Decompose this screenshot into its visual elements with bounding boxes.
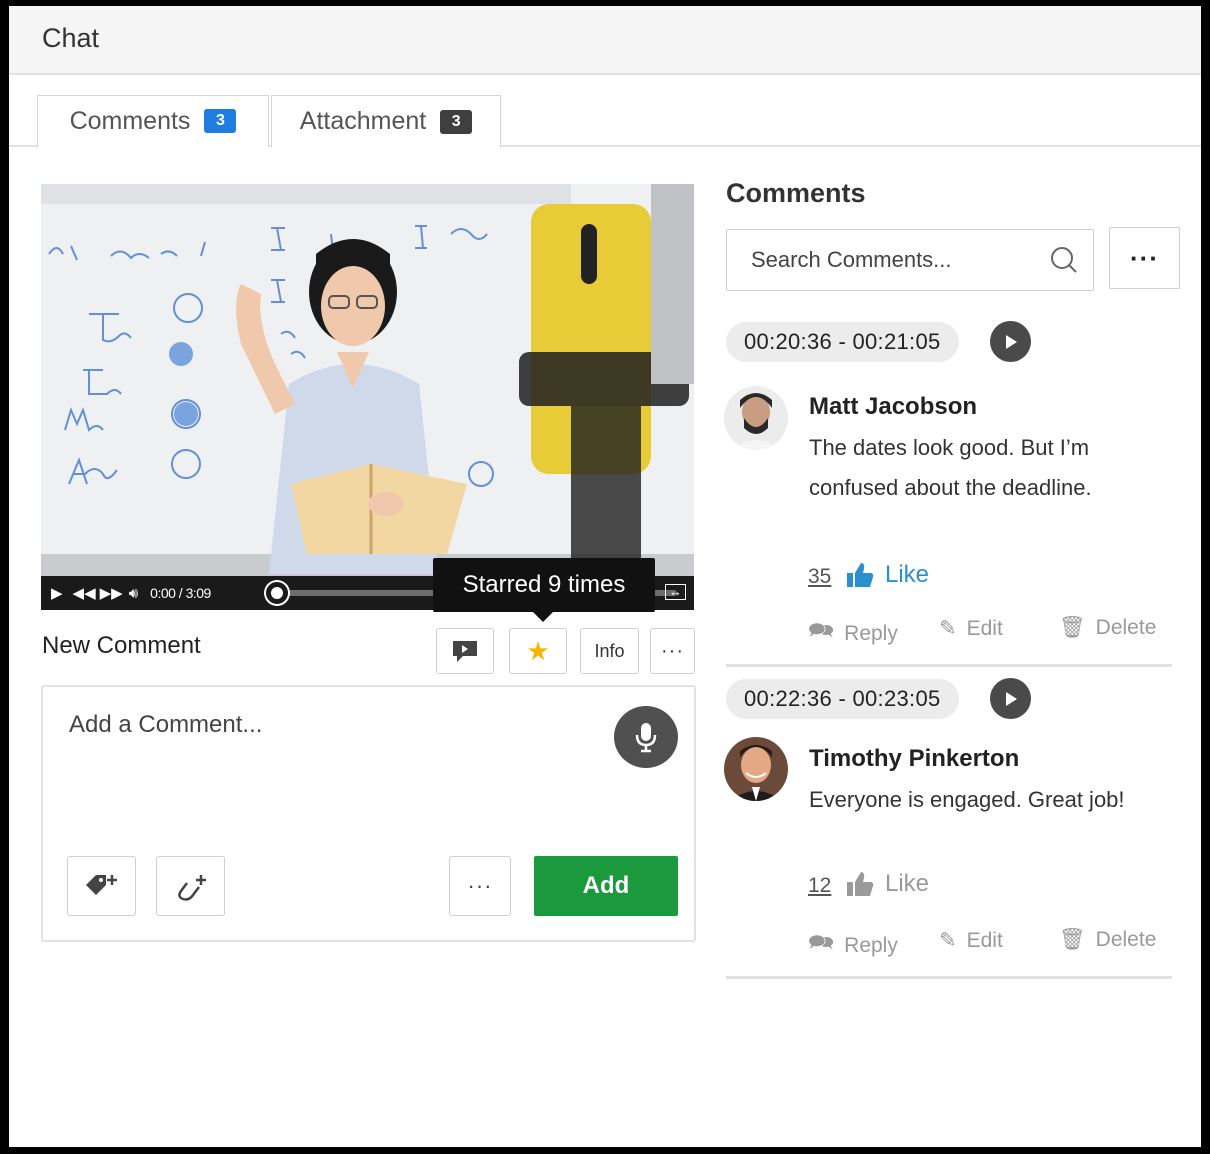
delete-button[interactable]: 🗑︎ Delete: [1059, 616, 1156, 640]
composer-more-button[interactable]: ···: [449, 856, 511, 916]
play-icon: [1005, 334, 1017, 349]
search-box: [726, 229, 1094, 291]
new-comment-label: New Comment: [42, 632, 201, 659]
expand-icon[interactable]: ↔: [665, 584, 686, 600]
like-button[interactable]: Like: [845, 561, 929, 589]
video-frame-image: [41, 184, 694, 576]
comment-icon: [453, 641, 477, 662]
comment-author: Timothy Pinkerton: [809, 745, 1020, 772]
like-label: Like: [885, 870, 930, 897]
like-count[interactable]: 35: [808, 565, 831, 589]
reply-button[interactable]: 🗪︎ Reply: [808, 616, 898, 651]
more-icon: ···: [661, 639, 684, 662]
window-frame: Chat Comments 3 Attachment 3 ▶ ◀◀ ▶▶ 🔊︎ …: [0, 0, 1210, 1154]
rewind-icon[interactable]: ◀◀: [73, 584, 96, 602]
chat-header: Chat: [9, 6, 1201, 75]
avatar: [724, 737, 788, 801]
add-tag-button[interactable]: [67, 856, 136, 916]
comment-input[interactable]: Add a Comment...: [69, 711, 262, 739]
comments-more-button[interactable]: ···: [1109, 227, 1180, 289]
delete-button[interactable]: 🗑︎ Delete: [1059, 928, 1156, 952]
delete-label: Delete: [1095, 928, 1157, 951]
video-time: 0:00 / 3:09: [150, 585, 211, 601]
thumbs-up-icon: [847, 872, 874, 896]
play-comment-button[interactable]: [990, 321, 1031, 362]
info-button-label: Info: [594, 640, 625, 661]
add-comment-button[interactable]: Add: [534, 856, 678, 916]
video-player[interactable]: ▶ ◀◀ ▶▶ 🔊︎ 0:00 / 3:09 ↔: [41, 184, 694, 610]
comment-author: Matt Jacobson: [809, 393, 978, 420]
chat-panel: Chat Comments 3 Attachment 3 ▶ ◀◀ ▶▶ 🔊︎ …: [9, 6, 1201, 1147]
edit-button[interactable]: ✎ Edit: [939, 616, 1003, 641]
edit-icon: ✎: [939, 929, 957, 952]
play-comment-button[interactable]: [990, 678, 1031, 719]
like-button[interactable]: Like: [845, 870, 929, 898]
tab-attachment-label: Attachment: [299, 107, 427, 135]
delete-icon: 🗑︎: [1059, 928, 1086, 951]
star-button[interactable]: ★: [509, 628, 567, 674]
comment-divider: [726, 976, 1172, 979]
seek-handle[interactable]: [266, 582, 288, 604]
avatar: [724, 386, 788, 450]
reply-button[interactable]: 🗪︎ Reply: [808, 928, 898, 963]
reply-icon: 🗪︎: [808, 619, 835, 642]
header-title: Chat: [42, 23, 100, 53]
play-icon: [1005, 691, 1017, 706]
tab-comments[interactable]: Comments 3: [37, 95, 269, 148]
search-input[interactable]: [751, 244, 1031, 276]
star-icon: ★: [526, 635, 550, 666]
reply-label: Reply: [844, 621, 898, 645]
comments-title: Comments: [726, 178, 866, 208]
thumbs-up-icon: [847, 563, 874, 587]
comment-timestamp: 00:22:36 - 00:23:05: [726, 679, 959, 719]
add-attachment-button[interactable]: [156, 856, 225, 916]
mic-button[interactable]: [614, 706, 678, 768]
comment-divider: [726, 664, 1172, 667]
tab-comments-badge: 3: [204, 109, 237, 133]
edit-icon: ✎: [939, 617, 957, 640]
edit-label: Edit: [966, 616, 1003, 640]
comment-composer: Add a Comment... ··· Add: [41, 685, 696, 942]
star-tooltip: Starred 9 times: [433, 558, 655, 622]
delete-icon: 🗑︎: [1059, 616, 1086, 639]
edit-label: Edit: [966, 928, 1003, 952]
tab-attachment-badge: 3: [440, 109, 473, 134]
comment-text: Everyone is engaged. Great job!: [809, 787, 1125, 812]
tab-comments-label: Comments: [69, 106, 191, 135]
delete-label: Delete: [1095, 616, 1157, 639]
more-icon: ···: [467, 873, 493, 898]
attach-add-icon: [177, 875, 206, 901]
like-count[interactable]: 12: [808, 874, 831, 898]
play-icon[interactable]: ▶: [51, 584, 63, 602]
reply-icon: 🗪︎: [808, 931, 835, 954]
tab-attachment[interactable]: Attachment 3: [271, 95, 501, 147]
more-icon: ···: [1130, 242, 1159, 273]
comment-type-button[interactable]: [436, 628, 494, 674]
edit-button[interactable]: ✎ Edit: [939, 928, 1003, 953]
info-button[interactable]: Info: [580, 628, 639, 674]
like-label: Like: [885, 561, 930, 588]
mic-icon: [635, 723, 657, 753]
comment-text: The dates look good. But I’m confused ab…: [809, 435, 1092, 500]
reply-label: Reply: [844, 933, 898, 957]
forward-icon[interactable]: ▶▶: [100, 584, 123, 602]
volume-icon[interactable]: 🔊︎: [129, 585, 138, 602]
comment-timestamp: 00:20:36 - 00:21:05: [726, 322, 959, 362]
toolbar-more-button[interactable]: ···: [650, 628, 695, 674]
tag-add-icon: [85, 875, 117, 895]
search-icon[interactable]: [1049, 245, 1079, 275]
